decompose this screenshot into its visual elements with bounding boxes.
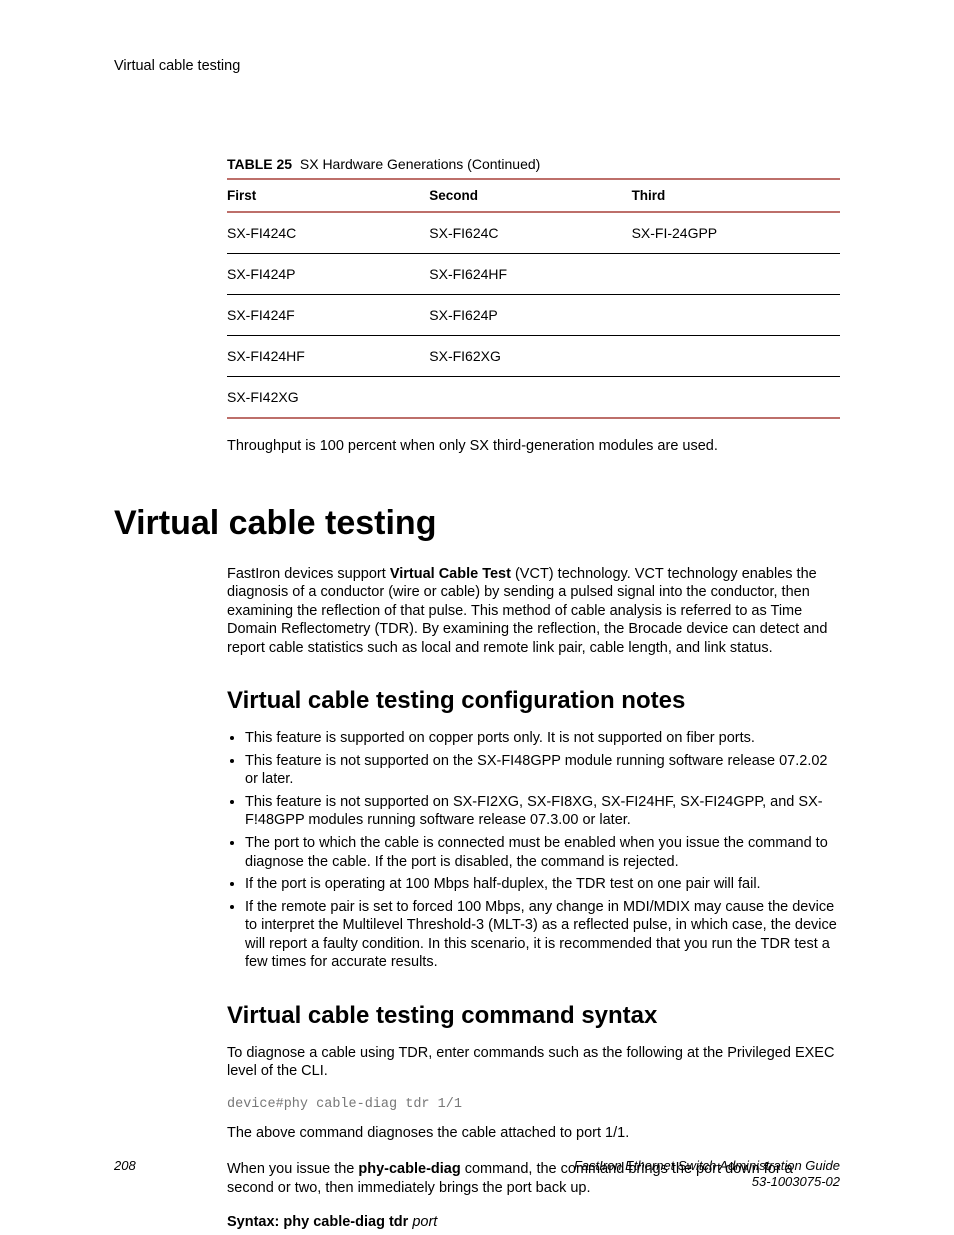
table-cell: SX-FI624P — [429, 295, 631, 336]
table-row: SX-FI424C SX-FI624C SX-FI-24GPP — [227, 212, 840, 254]
table-header: Third — [632, 179, 840, 212]
text-bold: Virtual Cable Test — [390, 566, 511, 582]
text: FastIron devices support — [227, 566, 390, 582]
table-cell: SX-FI62XG — [429, 336, 631, 377]
subsection-heading-command-syntax: Virtual cable testing command syntax — [227, 1002, 840, 1030]
table-row: SX-FI42XG — [227, 377, 840, 419]
table-cell — [632, 254, 840, 295]
table-header: Second — [429, 179, 631, 212]
table-row: SX-FI424F SX-FI624P — [227, 295, 840, 336]
page-number: 208 — [114, 1158, 136, 1173]
list-item: If the remote pair is set to forced 100 … — [245, 898, 840, 972]
table-cell — [632, 336, 840, 377]
syntax-label: Syntax: phy cable-diag tdr — [227, 1214, 412, 1230]
table-cell: SX-FI424C — [227, 212, 429, 254]
subsection-heading-config-notes: Virtual cable testing configuration note… — [227, 687, 840, 715]
table-cell — [632, 377, 840, 419]
intro-paragraph: FastIron devices support Virtual Cable T… — [227, 565, 840, 658]
table-cell: SX-FI42XG — [227, 377, 429, 419]
table-cell: SX-FI424F — [227, 295, 429, 336]
list-item: If the port is operating at 100 Mbps hal… — [245, 875, 840, 894]
list-item: This feature is not supported on SX-FI2X… — [245, 793, 840, 830]
list-item: This feature is supported on copper port… — [245, 729, 840, 748]
throughput-note: Throughput is 100 percent when only SX t… — [227, 437, 840, 456]
syntax-arg: port — [412, 1214, 437, 1230]
list-item: The port to which the cable is connected… — [245, 834, 840, 871]
section-heading: Virtual cable testing — [114, 504, 840, 543]
command-after-text: The above command diagnoses the cable at… — [227, 1124, 840, 1143]
table-cell: SX-FI424HF — [227, 336, 429, 377]
table-cell — [429, 377, 631, 419]
command-intro: To diagnose a cable using TDR, enter com… — [227, 1044, 840, 1081]
list-item: This feature is not supported on the SX-… — [245, 752, 840, 789]
table-cell: SX-FI624HF — [429, 254, 631, 295]
footer-docnum: 53-1003075-02 — [752, 1174, 840, 1189]
table-row: SX-FI424HF SX-FI62XG — [227, 336, 840, 377]
table-caption-label: TABLE 25 — [227, 156, 292, 172]
hardware-generations-table: First Second Third SX-FI424C SX-FI624C S… — [227, 178, 840, 419]
table-caption-text: SX Hardware Generations (Continued) — [300, 156, 540, 172]
code-sample: device#phy cable-diag tdr 1/1 — [227, 1097, 840, 1112]
page-footer: 208 FastIron Ethernet Switch Administrat… — [114, 1158, 840, 1191]
running-head: Virtual cable testing — [114, 58, 840, 74]
table-cell — [632, 295, 840, 336]
table-caption: TABLE 25 SX Hardware Generations (Contin… — [227, 156, 840, 172]
table-row: SX-FI424P SX-FI624HF — [227, 254, 840, 295]
table-header: First — [227, 179, 429, 212]
table-cell: SX-FI-24GPP — [632, 212, 840, 254]
syntax-line: Syntax: phy cable-diag tdr port — [227, 1214, 840, 1230]
table-cell: SX-FI624C — [429, 212, 631, 254]
config-notes-list: This feature is supported on copper port… — [227, 729, 840, 972]
footer-title: FastIron Ethernet Switch Administration … — [574, 1158, 840, 1173]
table-cell: SX-FI424P — [227, 254, 429, 295]
